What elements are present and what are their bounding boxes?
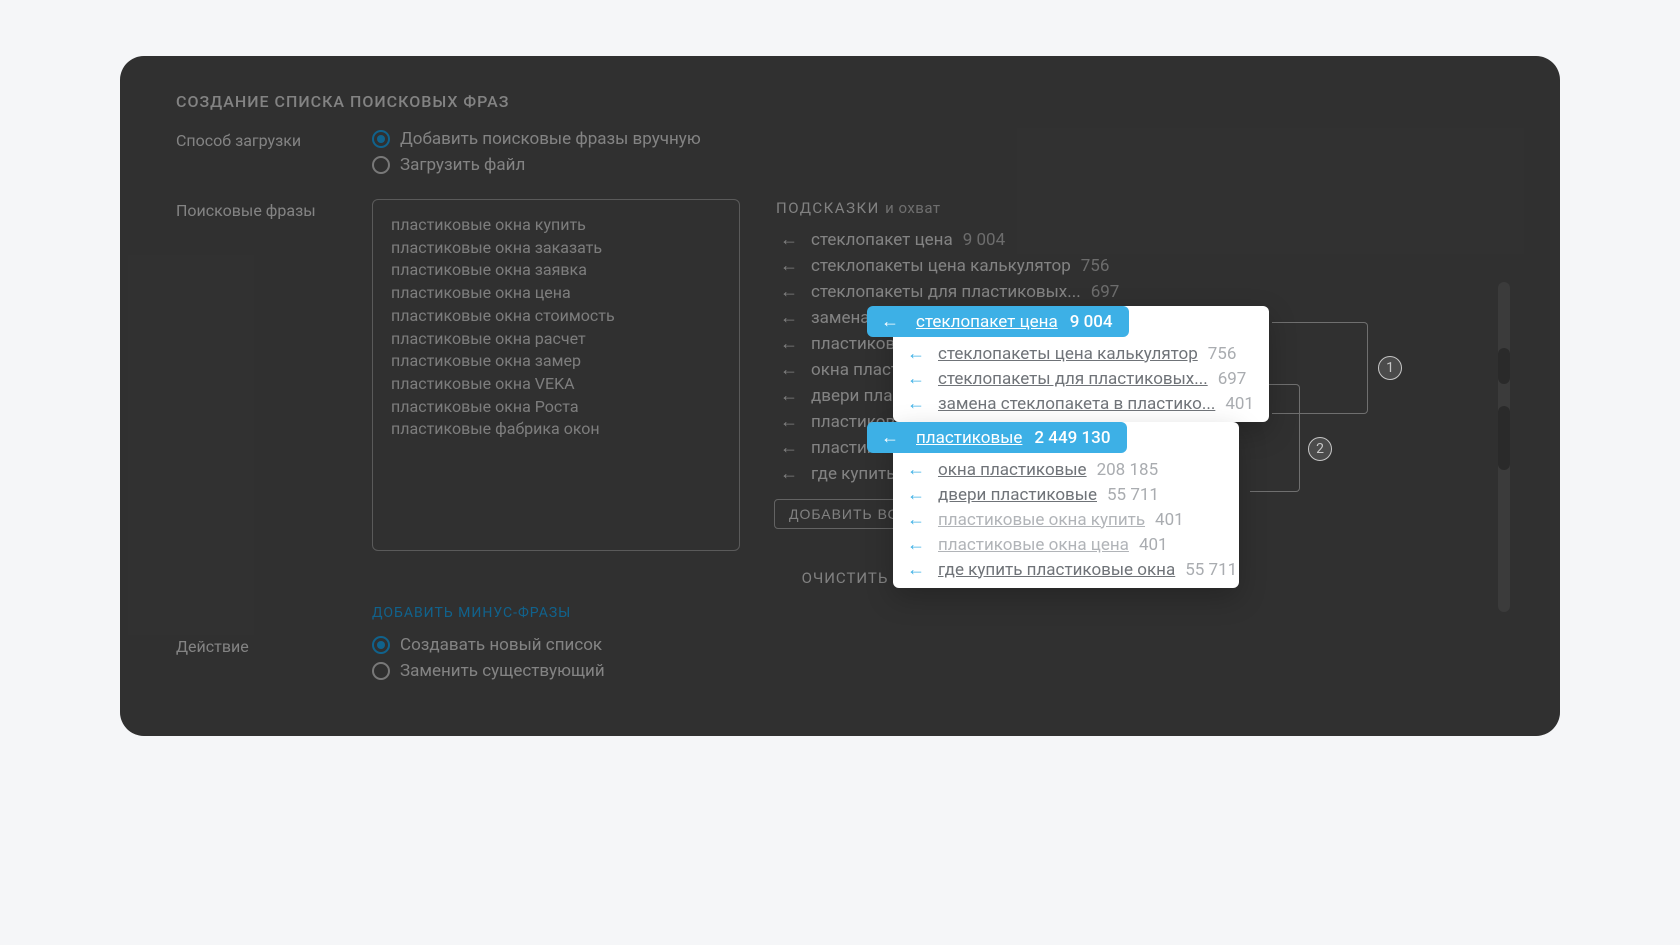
hint-suggestion-row[interactable]: ←двери пластиковые55 711 xyxy=(893,482,1239,507)
arrow-left-icon: ← xyxy=(881,311,898,332)
hints-popup-stack: ← стеклопакет цена 9 004 ←стеклопакеты ц… xyxy=(893,306,1269,588)
arrow-left-icon: ← xyxy=(780,413,797,431)
radio-icon xyxy=(372,662,390,680)
annotation-badge-1: 1 xyxy=(1378,356,1402,380)
hint-item[interactable]: ←стеклопакеты цена калькулятор756 xyxy=(770,253,1514,279)
radio-icon xyxy=(372,636,390,654)
hint-suggestion-row[interactable]: ←окна пластиковые208 185 xyxy=(893,457,1239,482)
hint-suggestion-row[interactable]: ←стеклопакеты цена калькулятор756 xyxy=(893,341,1269,366)
hint-group-header[interactable]: ← пластиковые 2 449 130 xyxy=(867,422,1127,453)
annotation-badge-2: 2 xyxy=(1308,437,1332,461)
arrow-left-icon: ← xyxy=(907,368,924,389)
action-radio-replace[interactable]: Заменить существующий xyxy=(372,661,1514,681)
arrow-left-icon: ← xyxy=(780,283,797,301)
phrases-label: Поисковые фразы xyxy=(176,199,372,220)
method-radio-manual[interactable]: Добавить поисковые фразы вручную xyxy=(372,129,1514,149)
hint-item[interactable]: ←стеклопакет цена9 004 xyxy=(770,227,1514,253)
clear-link[interactable]: ОЧИСТИТЬ xyxy=(176,569,1514,587)
arrow-left-icon: ← xyxy=(780,335,797,353)
arrow-left-icon: ← xyxy=(907,459,924,480)
panel-title: СОЗДАНИЕ СПИСКА ПОИСКОВЫХ ФРАЗ xyxy=(176,92,1514,111)
arrow-left-icon: ← xyxy=(780,257,797,275)
method-label: Способ загрузки xyxy=(176,129,372,150)
method-radio-file[interactable]: Загрузить файл xyxy=(372,155,1514,175)
arrow-left-icon: ← xyxy=(907,534,924,555)
hint-group-header[interactable]: ← стеклопакет цена 9 004 xyxy=(867,306,1129,337)
scrollbar[interactable] xyxy=(1498,282,1510,612)
hint-group-card: ← пластиковые 2 449 130 ←окна пластиковы… xyxy=(893,422,1239,588)
arrow-left-icon: ← xyxy=(780,465,797,483)
scrollbar-thumb[interactable] xyxy=(1498,406,1510,470)
action-radio-new[interactable]: Создавать новый список xyxy=(372,635,1514,655)
arrow-left-icon: ← xyxy=(907,559,924,580)
arrow-left-icon: ← xyxy=(907,509,924,530)
arrow-left-icon: ← xyxy=(907,393,924,414)
arrow-left-icon: ← xyxy=(780,439,797,457)
hint-group-card: ← стеклопакет цена 9 004 ←стеклопакеты ц… xyxy=(893,306,1269,422)
hint-item[interactable]: ←стеклопакеты для пластиковых...697 xyxy=(770,279,1514,305)
arrow-left-icon: ← xyxy=(881,427,898,448)
add-minus-phrases-link[interactable]: ДОБАВИТЬ МИНУС-ФРАЗЫ xyxy=(372,605,1514,621)
radio-icon xyxy=(372,156,390,174)
radio-icon xyxy=(372,130,390,148)
arrow-left-icon: ← xyxy=(907,343,924,364)
arrow-left-icon: ← xyxy=(907,484,924,505)
hint-suggestion-row[interactable]: ←пластиковые окна цена401 xyxy=(893,532,1239,557)
phrases-textarea[interactable]: пластиковые окна купить пластиковые окна… xyxy=(372,199,740,551)
hint-suggestion-row[interactable]: ←где купить пластиковые окна55 711 xyxy=(893,557,1239,582)
arrow-left-icon: ← xyxy=(780,231,797,249)
hint-suggestion-row[interactable]: ←замена стеклопакета в пластико...401 xyxy=(893,391,1269,416)
arrow-left-icon: ← xyxy=(780,387,797,405)
hint-suggestion-row[interactable]: ←пластиковые окна купить401 xyxy=(893,507,1239,532)
arrow-left-icon: ← xyxy=(780,309,797,327)
action-label: Действие xyxy=(176,635,372,656)
scrollbar-thumb[interactable] xyxy=(1498,348,1510,384)
hints-title: ПОДСКАЗКИ и охват xyxy=(770,199,1514,217)
hint-suggestion-row[interactable]: ←стеклопакеты для пластиковых...697 xyxy=(893,366,1269,391)
arrow-left-icon: ← xyxy=(780,361,797,379)
